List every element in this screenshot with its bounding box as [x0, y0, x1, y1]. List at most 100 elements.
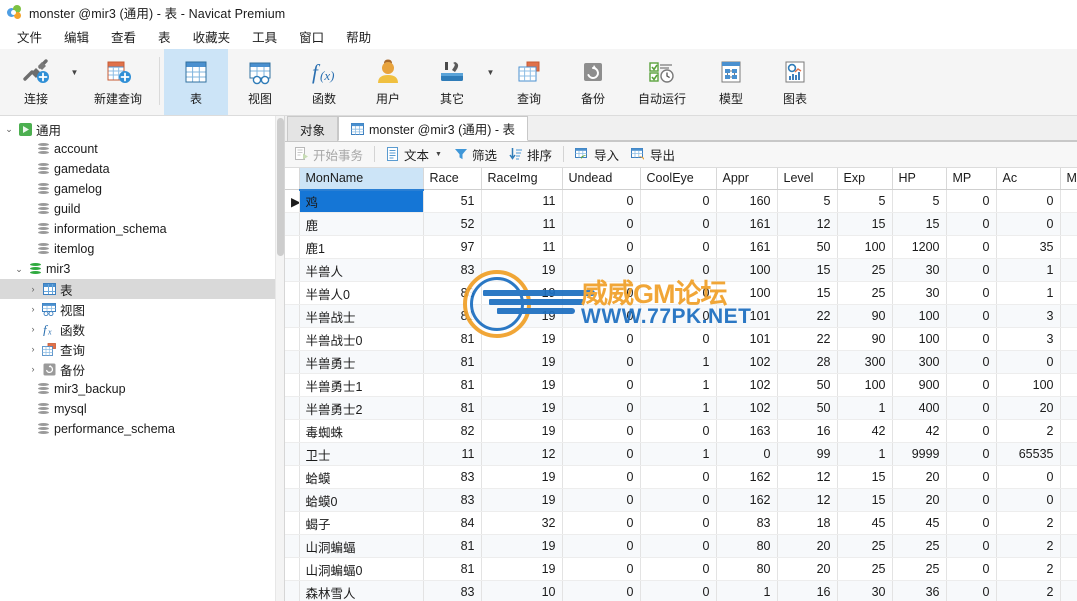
cell-exp[interactable]: 45	[837, 511, 893, 536]
sidebar-item-views[interactable]: › 视图	[0, 299, 284, 319]
cell-cooleye[interactable]: 0	[640, 419, 717, 444]
cell-monname[interactable]: 半兽勇士1	[299, 373, 424, 398]
column-header-hp[interactable]: HP	[892, 167, 947, 191]
cell-hp[interactable]: 300	[892, 350, 947, 375]
cell-ma[interactable]	[1060, 258, 1077, 283]
cell-exp[interactable]: 15	[837, 488, 893, 513]
cell-ma[interactable]	[1060, 189, 1077, 214]
cell-appr[interactable]: 100	[716, 281, 778, 306]
cell-race[interactable]: 83	[423, 580, 482, 601]
tab-objects[interactable]: 对象	[287, 116, 339, 141]
sidebar-item-gamelog[interactable]: › gamelog	[0, 179, 284, 199]
cell-hp[interactable]: 100	[892, 327, 947, 352]
cell-exp[interactable]: 100	[837, 373, 893, 398]
cell-undead[interactable]: 0	[562, 212, 641, 237]
menu-table[interactable]: 表	[147, 24, 182, 49]
cell-raceimg[interactable]: 32	[481, 511, 563, 536]
cell-cooleye[interactable]: 0	[640, 511, 717, 536]
cell-mp[interactable]: 0	[946, 350, 997, 375]
toolbar-connection-button[interactable]: 连接	[4, 49, 68, 115]
cell-ma[interactable]	[1060, 396, 1077, 421]
table-row[interactable]: 毒蜘蛛 82 19 0 0 163 16 42 42 0 2	[285, 419, 1077, 444]
cell-ac[interactable]: 2	[996, 557, 1061, 582]
cell-mp[interactable]: 0	[946, 373, 997, 398]
export-button[interactable]: 导出	[625, 144, 681, 165]
cell-appr[interactable]: 102	[716, 373, 778, 398]
cell-mp[interactable]: 0	[946, 580, 997, 601]
cell-appr[interactable]: 102	[716, 396, 778, 421]
cell-ma[interactable]	[1060, 465, 1077, 490]
cell-ma[interactable]	[1060, 373, 1077, 398]
cell-mp[interactable]: 0	[946, 511, 997, 536]
cell-exp[interactable]: 90	[837, 304, 893, 329]
menu-view[interactable]: 查看	[100, 24, 147, 49]
row-marker[interactable]	[285, 373, 300, 398]
cell-hp[interactable]: 36	[892, 580, 947, 601]
cell-ma[interactable]	[1060, 281, 1077, 306]
table-row[interactable]: 半兽勇士 81 19 0 1 102 28 300 300 0 0	[285, 350, 1077, 375]
column-header-monname[interactable]: MonName	[299, 167, 424, 191]
cell-ac[interactable]: 0	[996, 212, 1061, 237]
toolbar-automation-button[interactable]: 自动运行	[625, 49, 699, 115]
cell-hp[interactable]: 20	[892, 465, 947, 490]
cell-appr[interactable]: 163	[716, 419, 778, 444]
cell-hp[interactable]: 20	[892, 488, 947, 513]
cell-appr[interactable]: 161	[716, 212, 778, 237]
sidebar-item-itemlog[interactable]: › itemlog	[0, 239, 284, 259]
cell-exp[interactable]: 300	[837, 350, 893, 375]
text-button[interactable]: 文本 ▼	[380, 144, 448, 165]
cell-appr[interactable]: 0	[716, 442, 778, 467]
cell-race[interactable]: 83	[423, 465, 482, 490]
cell-exp[interactable]: 30	[837, 580, 893, 601]
toolbar-query-button[interactable]: 查询	[497, 49, 561, 115]
table-row[interactable]: ▶鸡51110016055500	[285, 189, 1077, 214]
row-marker[interactable]	[285, 212, 300, 237]
cell-mp[interactable]: 0	[946, 396, 997, 421]
cell-ac[interactable]: 35	[996, 235, 1061, 260]
cell-appr[interactable]: 102	[716, 350, 778, 375]
table-row[interactable]: 半兽勇士2 81 19 0 1 102 50 1 400 0 20	[285, 396, 1077, 421]
others-dropdown-caret-icon[interactable]: ▼	[484, 49, 497, 115]
cell-raceimg[interactable]: 11	[481, 189, 563, 214]
row-marker[interactable]	[285, 281, 300, 306]
table-row[interactable]: 半兽人 83 19 0 0 100 15 25 30 0 1	[285, 258, 1077, 283]
cell-level[interactable]: 16	[777, 580, 838, 601]
row-marker[interactable]	[285, 557, 300, 582]
cell-level[interactable]: 16	[777, 419, 838, 444]
cell-raceimg[interactable]: 19	[481, 534, 563, 559]
cell-mp[interactable]: 0	[946, 304, 997, 329]
cell-raceimg[interactable]: 11	[481, 212, 563, 237]
cell-race[interactable]: 97	[423, 235, 482, 260]
cell-cooleye[interactable]: 0	[640, 488, 717, 513]
cell-race[interactable]: 81	[423, 557, 482, 582]
cell-mp[interactable]: 0	[946, 235, 997, 260]
cell-ma[interactable]	[1060, 327, 1077, 352]
cell-ac[interactable]: 0	[996, 189, 1061, 214]
cell-mp[interactable]: 0	[946, 488, 997, 513]
sidebar-item-performance-schema[interactable]: › performance_schema	[0, 419, 284, 439]
cell-race[interactable]: 81	[423, 373, 482, 398]
cell-hp[interactable]: 900	[892, 373, 947, 398]
toolbar-table-button[interactable]: 表	[164, 49, 228, 115]
cell-undead[interactable]: 0	[562, 465, 641, 490]
begin-transaction-button[interactable]: 开始事务	[289, 144, 369, 165]
chevron-right-icon[interactable]: ›	[26, 304, 40, 314]
cell-monname[interactable]: 半兽战士	[299, 304, 424, 329]
cell-undead[interactable]: 0	[562, 396, 641, 421]
cell-mp[interactable]: 0	[946, 212, 997, 237]
sidebar-item-mir3[interactable]: ⌄ mir3	[0, 259, 284, 279]
menu-help[interactable]: 帮助	[335, 24, 382, 49]
cell-ma[interactable]	[1060, 419, 1077, 444]
cell-cooleye[interactable]: 0	[640, 465, 717, 490]
cell-race[interactable]: 51	[423, 189, 482, 214]
cell-race[interactable]: 83	[423, 488, 482, 513]
table-row[interactable]: 半兽战士 81 19 0 0 101 22 90 100 0 3	[285, 304, 1077, 329]
menu-file[interactable]: 文件	[6, 24, 53, 49]
cell-monname[interactable]: 山洞蝙蝠0	[299, 557, 424, 582]
cell-level[interactable]: 12	[777, 212, 838, 237]
cell-level[interactable]: 22	[777, 304, 838, 329]
column-header-undead[interactable]: Undead	[562, 167, 641, 191]
cell-raceimg[interactable]: 19	[481, 350, 563, 375]
cell-cooleye[interactable]: 0	[640, 304, 717, 329]
cell-exp[interactable]: 25	[837, 281, 893, 306]
